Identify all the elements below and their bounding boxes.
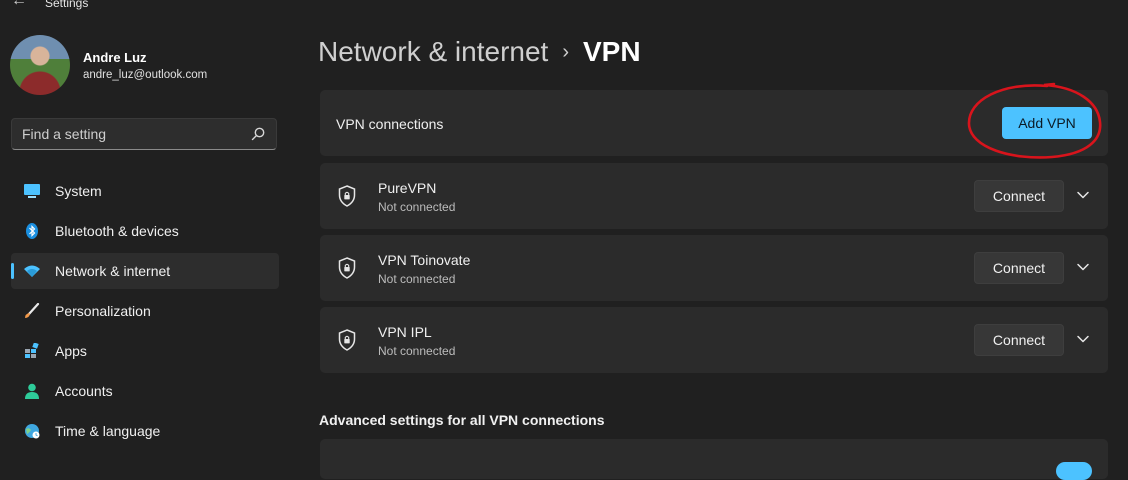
sidebar-item-label: Personalization <box>55 303 151 319</box>
avatar[interactable] <box>10 35 70 95</box>
vpn-connection-row[interactable]: VPN IPL Not connected Connect <box>320 307 1108 373</box>
globe-clock-icon <box>25 424 40 439</box>
sidebar-item-label: Accounts <box>55 383 113 399</box>
connect-button[interactable]: Connect <box>974 324 1064 356</box>
sidebar-item-apps[interactable]: Apps <box>11 333 279 369</box>
title-bar: ← Settings <box>0 0 1128 10</box>
chevron-down-icon[interactable] <box>1076 188 1090 202</box>
person-icon <box>25 383 39 399</box>
user-email: andre_luz@outlook.com <box>83 69 208 81</box>
sidebar-item-label: Bluetooth & devices <box>55 223 179 239</box>
vpn-connection-row[interactable]: PureVPN Not connected Connect <box>320 163 1108 229</box>
sidebar-item-bluetooth[interactable]: Bluetooth & devices <box>11 213 279 249</box>
sidebar-item-time-language[interactable]: Time & language <box>11 413 279 449</box>
add-vpn-button[interactable]: Add VPN <box>1002 107 1092 139</box>
brush-icon <box>25 303 40 318</box>
toggle-switch[interactable] <box>1056 462 1092 480</box>
sidebar-nav: System Bluetooth & devices Network & int… <box>11 173 279 453</box>
vpn-status: Not connected <box>378 272 456 286</box>
sidebar-item-label: Time & language <box>55 423 161 439</box>
vpn-connections-label: VPN connections <box>336 116 444 132</box>
vpn-name: PureVPN <box>378 180 437 196</box>
apps-icon <box>25 343 39 358</box>
app-title: Settings <box>45 0 89 10</box>
vpn-name: VPN Toinovate <box>378 252 471 268</box>
shield-icon <box>338 257 356 279</box>
chevron-down-icon[interactable] <box>1076 332 1090 346</box>
connect-button[interactable]: Connect <box>974 252 1064 284</box>
vpn-status: Not connected <box>378 344 456 358</box>
back-arrow-icon[interactable]: ← <box>11 0 27 10</box>
vpn-connection-row[interactable]: VPN Toinovate Not connected Connect <box>320 235 1108 301</box>
user-name: Andre Luz <box>83 50 147 65</box>
breadcrumb: Network & internet › VPN <box>318 36 641 68</box>
search-box[interactable] <box>11 118 277 150</box>
bluetooth-icon <box>26 223 38 239</box>
advanced-settings-heading: Advanced settings for all VPN connection… <box>319 412 605 428</box>
sidebar-item-personalization[interactable]: Personalization <box>11 293 279 329</box>
sidebar-item-network[interactable]: Network & internet <box>11 253 279 289</box>
sidebar-item-label: System <box>55 183 102 199</box>
vpn-connections-card: VPN connections Add VPN <box>320 90 1108 156</box>
page-title: VPN <box>583 36 641 67</box>
monitor-icon <box>24 184 40 198</box>
sidebar-item-system[interactable]: System <box>11 173 279 209</box>
sidebar-item-accounts[interactable]: Accounts <box>11 373 279 409</box>
breadcrumb-parent[interactable]: Network & internet <box>318 36 548 67</box>
vpn-status: Not connected <box>378 200 456 214</box>
search-icon[interactable] <box>250 126 266 142</box>
chevron-down-icon[interactable] <box>1076 260 1090 274</box>
shield-icon <box>338 185 356 207</box>
sidebar-item-label: Network & internet <box>55 263 171 279</box>
wifi-icon <box>24 265 40 277</box>
sidebar-item-label: Apps <box>55 343 87 359</box>
shield-icon <box>338 329 356 351</box>
advanced-settings-card[interactable] <box>320 439 1108 480</box>
chevron-right-icon: › <box>562 41 569 63</box>
vpn-name: VPN IPL <box>378 324 432 340</box>
search-input[interactable] <box>22 126 242 142</box>
connect-button[interactable]: Connect <box>974 180 1064 212</box>
